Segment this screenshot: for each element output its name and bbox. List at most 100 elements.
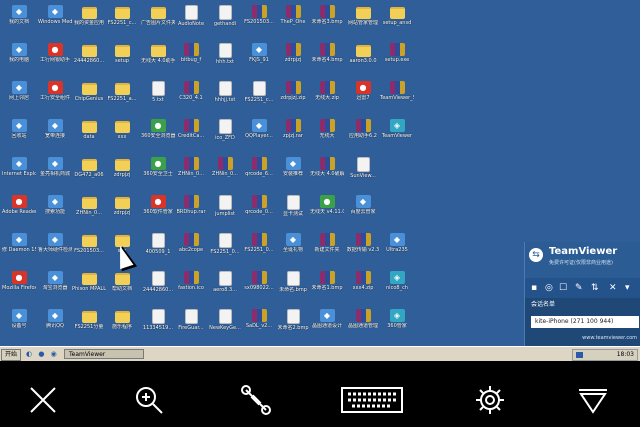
desktop-icon[interactable]: ● 迅雷7 xyxy=(346,80,380,110)
desktop-icon[interactable]: ◈ 360管家 xyxy=(380,308,414,338)
desktop-icon[interactable]: 11334519... xyxy=(141,308,175,338)
desktop-icon[interactable]: 无线大 4.0助手 xyxy=(141,42,175,72)
desktop-icon[interactable]: zdrpjzj xyxy=(105,156,139,186)
panel-close-icon[interactable]: ✕ xyxy=(609,282,617,294)
desktop-icon[interactable]: 无线大.zip xyxy=(310,80,344,110)
desktop-icon[interactable]: ◆ 搜索功能 xyxy=(38,194,72,224)
desktop-icon[interactable]: zdrpjzj xyxy=(276,42,310,72)
panel-menu-icon[interactable]: ▾ xyxy=(625,282,630,294)
desktop-icon[interactable]: FS2251_0... xyxy=(208,232,242,262)
zoom-in-icon[interactable] xyxy=(133,384,165,416)
desktop-icon[interactable]: ZHNin_0... xyxy=(208,156,242,186)
start-button[interactable]: 开始 xyxy=(1,349,22,361)
desktop-icon[interactable]: ◈ nico8_ch xyxy=(380,270,414,300)
desktop-icon[interactable]: bitbug_f xyxy=(174,42,208,72)
desktop-icon[interactable]: 广告图片文件夹 xyxy=(141,4,175,34)
desktop-icon[interactable]: ◆ 安装推荐 xyxy=(276,156,310,186)
desktop-icon[interactable]: xxx xyxy=(105,118,139,148)
desktop-icon[interactable]: 无线大 4.0破解版 xyxy=(310,156,344,186)
desktop-icon[interactable]: 网站管家管理 xyxy=(346,4,380,34)
desktop-icon[interactable]: xxx4.zip xyxy=(346,270,380,300)
remote-screen[interactable]: ◆我的文档◆Windows Medi...我的资金应用FS2251_c...广告… xyxy=(0,0,640,346)
teamviewer-panel[interactable]: ⇆ TeamViewer 免费许可证(仅限非商业用途) ▪ ◎ ☐ ✎ ⇅ ✕ … xyxy=(524,242,640,346)
desktop-icon[interactable]: 显卡测试 xyxy=(276,194,310,224)
desktop-icon[interactable]: FS2251_0... xyxy=(242,232,276,262)
desktop-icon[interactable]: ◈ TeamViewer xyxy=(380,118,414,148)
desktop-icon[interactable]: ◆ 百度云管家 xyxy=(346,194,380,224)
desktop-icon[interactable]: FS2251_c... xyxy=(105,4,139,34)
desktop-icon[interactable]: 无线大 xyxy=(310,118,344,148)
desktop-icon[interactable]: setup xyxy=(105,42,139,72)
desktop-icon[interactable]: SunView... xyxy=(346,156,380,186)
desktop-icon[interactable]: DG472_a06 xyxy=(72,156,106,186)
desktop-icon[interactable]: TeamViewer_Setup_zhcn.exe xyxy=(380,80,414,110)
desktop-icon[interactable]: 我的资金应用 xyxy=(72,4,106,34)
desktop-icon[interactable]: ● 360安全浏览器 xyxy=(141,118,175,148)
desktop-icon[interactable]: zdrpjzj xyxy=(105,194,139,224)
chat-icon[interactable]: ☐ xyxy=(559,282,567,294)
desktop-icon[interactable]: zpjzj.rar xyxy=(276,118,310,148)
desktop-icon[interactable]: ◆ 鲁大师硬件检测 xyxy=(38,232,72,262)
desktop-icon[interactable]: ◆ 淘宝浏览器 xyxy=(38,270,72,300)
desktop-icon[interactable]: 施乐程序 xyxy=(105,308,139,338)
desktop-icon[interactable]: FS201503... xyxy=(72,232,106,262)
desktop-icon[interactable]: jumplist xyxy=(208,194,242,224)
quick-launch[interactable]: ◐ ● ◉ xyxy=(26,349,59,359)
desktop-icon[interactable]: ◆ 宽带连接 xyxy=(38,118,72,148)
desktop-icon[interactable]: ◆ 我的电脑 xyxy=(2,42,36,72)
desktop-icon[interactable]: ◆ Ultra235 xyxy=(380,232,414,262)
desktop-icon[interactable]: 未命名1.bmp xyxy=(310,270,344,300)
desktop-icon[interactable]: ZHNin_0... xyxy=(174,156,208,186)
desktop-icon[interactable]: 24442860... xyxy=(141,270,175,300)
desktop-icon[interactable]: FireGuar... xyxy=(174,308,208,338)
collapse-icon[interactable] xyxy=(577,384,609,416)
desktop-icon[interactable]: FS2251分量 xyxy=(72,308,106,338)
video-icon[interactable]: ▪ xyxy=(531,282,537,294)
desktop-icon[interactable]: setup.exe xyxy=(380,42,414,72)
desktop-icon[interactable]: NewKeyGe... xyxy=(208,308,242,338)
desktop-icon[interactable]: 数据传输 v2.3 xyxy=(346,232,380,262)
wrench-icon[interactable] xyxy=(240,384,272,416)
desktop-icon[interactable]: ◆ 我的文档 xyxy=(2,4,36,34)
desktop-icon[interactable]: FS2251_c... xyxy=(242,80,276,110)
desktop-icon[interactable]: fastion.ico xyxy=(174,270,208,300)
desktop-icon[interactable]: hhh.txt xyxy=(208,42,242,72)
desktop-icon[interactable]: hhhjj.txt xyxy=(208,80,242,110)
desktop-icon[interactable]: C320_4.1 xyxy=(174,80,208,110)
desktop-icon[interactable]: ● 无线天 v4.11.0 xyxy=(310,194,344,224)
network-icon[interactable] xyxy=(576,352,583,358)
desktop-icon[interactable]: FS201503... xyxy=(242,4,276,34)
desktop-icon[interactable]: ◆ 回收站 xyxy=(2,118,36,148)
desktop-icon[interactable]: AudioNote xyxy=(174,4,208,34)
desktop-icon[interactable]: 5.txt xyxy=(141,80,175,110)
desktop-icon[interactable]: qrcode_6... xyxy=(242,156,276,186)
close-icon[interactable] xyxy=(27,384,59,416)
whiteboard-icon[interactable]: ✎ xyxy=(575,282,583,294)
desktop-icon[interactable]: 新建文件夹 xyxy=(310,232,344,262)
desktop-icon[interactable]: ◆ 腾讯QQ xyxy=(38,308,72,338)
desktop-icon[interactable]: 晶图通道管理 xyxy=(346,308,380,338)
desktop-icon[interactable]: ◆ 设备号 xyxy=(2,308,36,338)
desktop-icon[interactable]: zdrpjzj.zip xyxy=(276,80,310,110)
desktop-icon[interactable]: SaDL_v2... xyxy=(242,308,276,338)
desktop-icon[interactable]: abc2cope xyxy=(174,232,208,262)
desktop-icon[interactable]: 400509_1 xyxy=(141,232,175,262)
desktop-icon[interactable]: ico_ZFD xyxy=(208,118,242,148)
desktop-icon[interactable]: gethandi xyxy=(208,4,242,34)
desktop-icon[interactable]: ● 工行安全组件 xyxy=(38,80,72,110)
desktop-icon[interactable]: ●Adobe Reader XI xyxy=(2,194,36,224)
desktop-icon[interactable]: ● 360安全卫士 xyxy=(141,156,175,186)
desktop-icon[interactable]: 未命名3.bmp xyxy=(310,4,344,34)
desktop-icon[interactable]: BRDhup.rar xyxy=(174,194,208,224)
desktop-icon[interactable]: data xyxy=(72,118,106,148)
desktop-icon[interactable]: ZHNin_0... xyxy=(72,194,106,224)
taskbar-window-button[interactable]: TeamViewer xyxy=(64,349,144,359)
partner-row[interactable]: kite-iPhone (271 100 944) xyxy=(531,316,639,328)
desktop-icon[interactable]: ● 工行网银助手 xyxy=(38,42,72,72)
desktop-icon[interactable]: 未命名2.bmp xyxy=(276,308,310,338)
desktop-icon[interactable]: ◆ 金亮相机商城 xyxy=(38,156,72,186)
desktop-icon[interactable]: sx098022... xyxy=(242,270,276,300)
desktop-icon[interactable]: 未命名.bmp xyxy=(276,270,310,300)
desktop-icon[interactable]: 应用助手6.2 xyxy=(346,118,380,148)
transfer-icon[interactable]: ⇅ xyxy=(591,282,599,294)
